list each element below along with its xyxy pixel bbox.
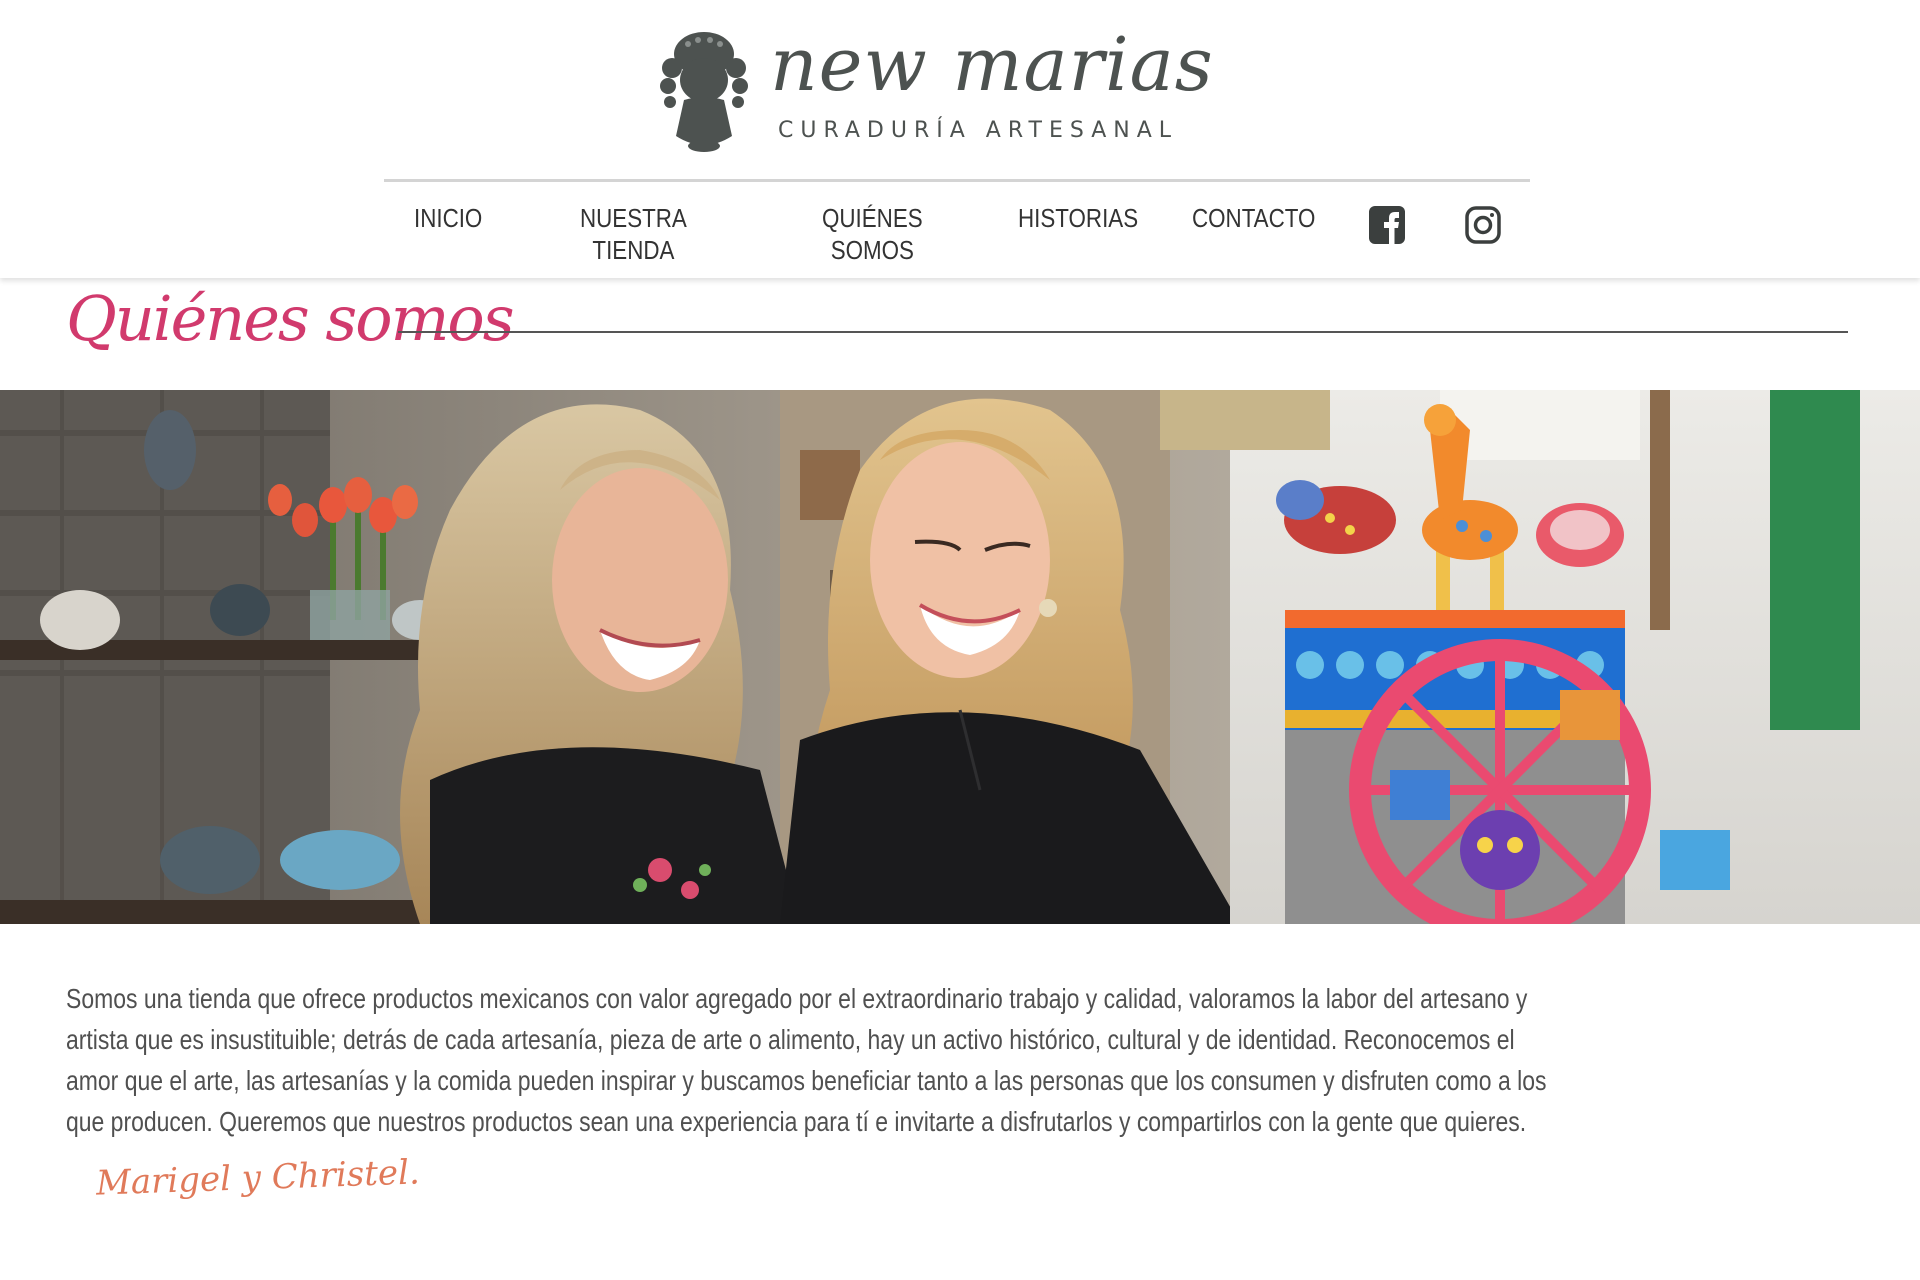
nav-divider <box>384 179 1530 182</box>
nav-item-nuestra-tienda[interactable]: NUESTRA TIENDA <box>580 202 687 266</box>
signature: Marigel y Christel. <box>95 1152 421 1204</box>
brand-name: new marias <box>770 22 1214 108</box>
facebook-icon[interactable] <box>1368 203 1406 247</box>
page-title: Quiénes somos <box>66 282 515 355</box>
nav-item-inicio[interactable]: INICIO <box>414 202 482 234</box>
brand-logo[interactable]: new marias CURADURÍA ARTESANAL <box>658 22 1258 160</box>
hero-photo-illustration <box>0 390 1920 924</box>
about-paragraph: Somos una tienda que ofrece productos me… <box>66 978 1870 1142</box>
brand-tagline: CURADURÍA ARTESANAL <box>778 118 1179 143</box>
nav-item-quienes-somos[interactable]: QUIÉNES SOMOS <box>822 202 923 266</box>
doll-logo-icon <box>660 32 748 152</box>
about-body: Somos una tienda que ofrece productos me… <box>66 983 1547 1137</box>
nav-item-contacto[interactable]: CONTACTO <box>1192 202 1315 234</box>
hero-photo <box>0 390 1920 924</box>
instagram-icon[interactable] <box>1464 203 1502 247</box>
title-divider <box>398 331 1848 333</box>
site-header: new marias CURADURÍA ARTESANAL INICIO NU… <box>0 0 1920 278</box>
nav-item-historias[interactable]: HISTORIAS <box>1018 202 1138 234</box>
